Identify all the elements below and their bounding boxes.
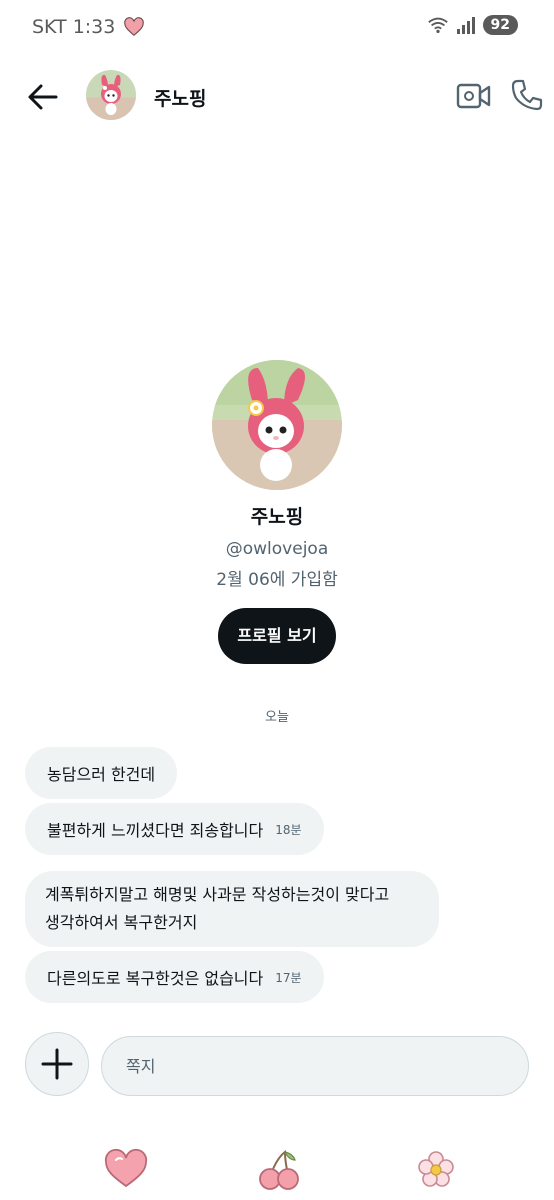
message-text-line: 계폭튀하지말고 해명및 사과문 작성하는것이 맞다고 <box>45 885 390 904</box>
message-text-line: 생각하여서 복구한거지 <box>45 913 198 932</box>
profile-joined-date: 2월 06에 가입함 <box>216 570 338 590</box>
status-left: SKT 1:33 <box>32 16 145 38</box>
profile-avatar[interactable] <box>212 360 342 490</box>
flower-nav-icon[interactable] <box>412 1148 460 1192</box>
header-avatar[interactable] <box>86 70 136 120</box>
add-media-button[interactable] <box>25 1032 89 1096</box>
message-bubble[interactable]: 다른의도로 복구한것은 없습니다 17분 <box>25 951 324 1003</box>
profile-name: 주노핑 <box>250 506 304 528</box>
message-composer <box>0 1030 554 1100</box>
battery-indicator: 92 <box>482 15 518 35</box>
message-timestamp: 17분 <box>275 970 302 985</box>
status-bar: SKT 1:33 92 <box>0 0 554 56</box>
phone-call-icon[interactable] <box>510 78 544 112</box>
profile-handle: @owlovejoa <box>225 539 329 559</box>
message-bubble[interactable]: 농담으러 한건데 <box>25 747 178 799</box>
view-profile-button[interactable]: 프로필 보기 <box>218 608 336 664</box>
avatar-image <box>86 70 136 120</box>
carrier-time: SKT 1:33 <box>32 16 116 38</box>
message-timestamp: 18분 <box>275 822 302 837</box>
profile-summary: 주노핑 @owlovejoa 2월 06에 가입함 프로필 보기 <box>0 360 554 664</box>
back-arrow-icon[interactable] <box>26 80 60 114</box>
status-right: 92 <box>427 15 518 35</box>
bottom-navigation <box>0 1144 554 1200</box>
message-text: 농담으러 한건데 <box>47 765 156 784</box>
message-text: 다른의도로 복구한것은 없습니다 <box>47 969 264 988</box>
heart-icon <box>124 17 145 36</box>
conversation-header: 주노핑 <box>0 62 554 130</box>
wifi-icon <box>427 17 448 34</box>
message-bubble[interactable]: 불편하게 느끼셨다면 죄송합니다 18분 <box>25 803 324 855</box>
heart-nav-icon[interactable] <box>102 1148 150 1192</box>
plus-icon <box>41 1048 73 1080</box>
signal-icon <box>456 17 475 34</box>
date-divider: 오늘 <box>265 710 289 725</box>
video-call-icon[interactable] <box>456 80 492 112</box>
cherry-nav-icon[interactable] <box>255 1148 303 1192</box>
avatar-image <box>212 360 342 490</box>
message-input[interactable] <box>101 1036 529 1096</box>
header-username: 주노핑 <box>154 88 207 110</box>
message-text: 불편하게 느끼셨다면 죄송합니다 <box>47 821 264 840</box>
message-bubble[interactable]: 계폭튀하지말고 해명및 사과문 작성하는것이 맞다고 생각하여서 복구한거지 <box>25 871 439 947</box>
